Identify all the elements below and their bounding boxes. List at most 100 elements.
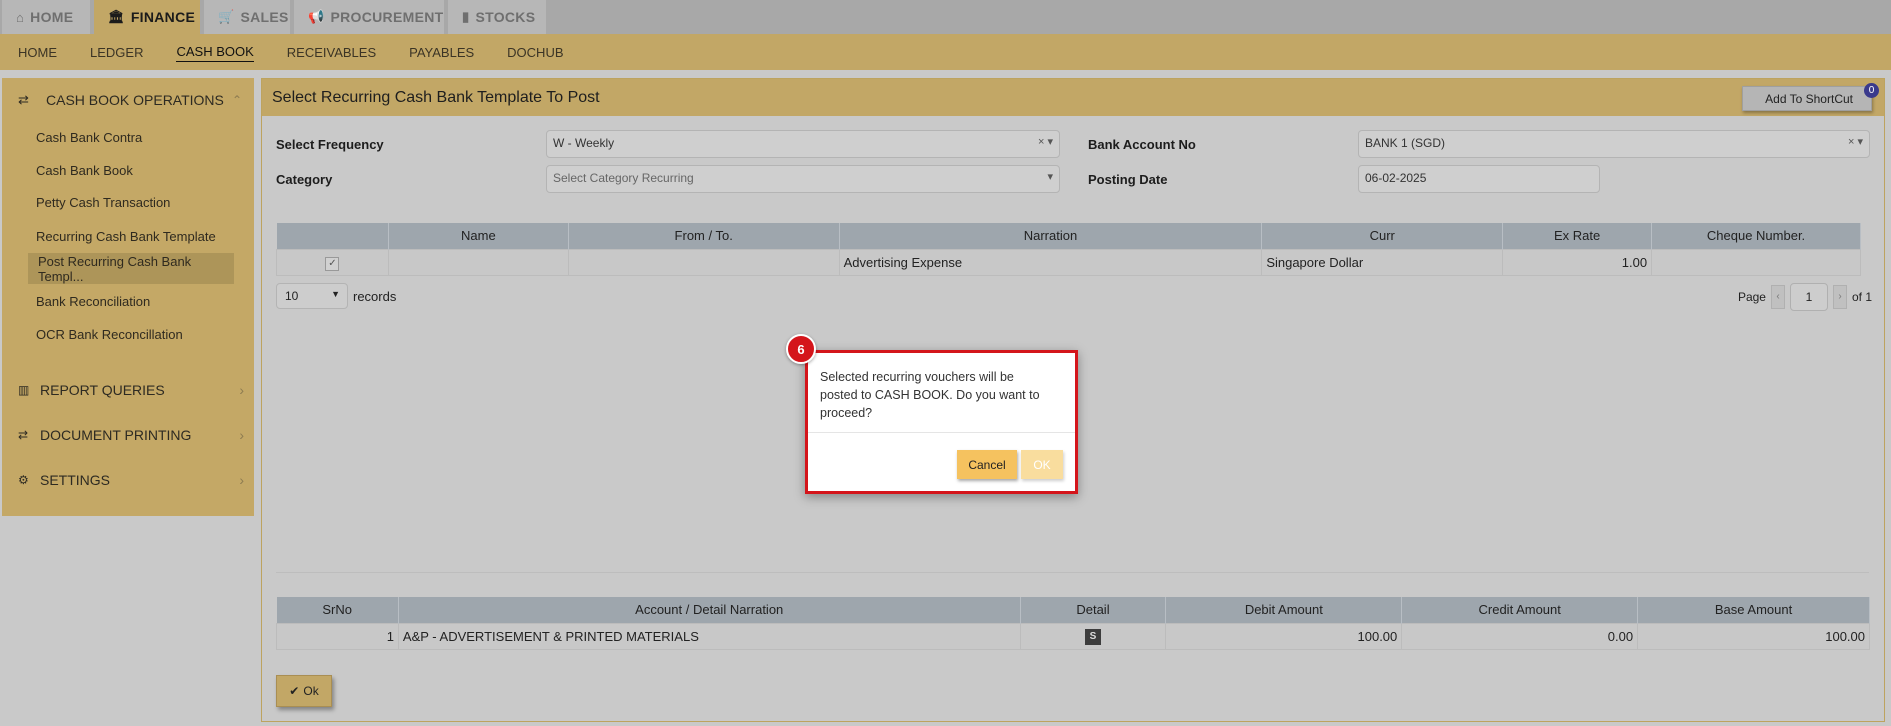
shortcut-count-badge: 0 — [1864, 83, 1879, 98]
chevron-down-icon: ▾ — [1047, 171, 1053, 183]
debit-cell: 100.00 — [1165, 622, 1403, 650]
chevron-right-icon: › — [239, 427, 244, 443]
chart-icon: ▥ — [18, 383, 30, 397]
column-header-currency[interactable]: Curr — [1261, 223, 1504, 249]
cheque-cell — [1651, 248, 1861, 276]
row-checkbox[interactable]: ✓ — [325, 256, 340, 271]
cart-icon: 🛒 — [218, 9, 235, 24]
module-tab-bar: ⌂ HOME 🏛 FINANCE 🛒 SALES 📢 PROCUREMENT ▮ STOC… — [0, 0, 1891, 34]
from-to-cell — [567, 248, 840, 276]
sidebar-item-petty-cash[interactable]: Petty Cash Transaction — [36, 195, 170, 210]
column-header-ex-rate[interactable]: Ex Rate — [1502, 223, 1653, 249]
tab-sales[interactable]: 🛒 SALES — [204, 0, 290, 34]
subnav-ledger[interactable]: LEDGER — [90, 43, 143, 62]
table-row[interactable]: ✓ Advertising Expense Singapore Dollar 1… — [276, 248, 1861, 276]
home-icon: ⌂ — [16, 9, 25, 25]
sidebar-item-cash-bank-contra[interactable]: Cash Bank Contra — [36, 130, 142, 145]
sidebar-section-settings[interactable]: ⚙ SETTINGS › — [18, 472, 244, 488]
column-header-srno: SrNo — [276, 597, 399, 623]
credit-cell: 0.00 — [1401, 622, 1639, 650]
chevron-up-icon: ⌃ — [231, 93, 242, 107]
base-cell: 100.00 — [1637, 622, 1870, 650]
column-header-credit: Credit Amount — [1401, 597, 1639, 623]
tab-stocks[interactable]: ▮ STOCKS — [448, 0, 546, 34]
column-header-name[interactable]: Name — [388, 223, 569, 249]
bank-account-select[interactable]: BANK 1 (SGD) × ▾ — [1358, 130, 1870, 158]
frequency-label: Select Frequency — [276, 137, 384, 152]
sidebar-item-recurring-template[interactable]: Recurring Cash Bank Template — [36, 229, 216, 244]
page-number-input[interactable]: 1 — [1789, 283, 1828, 311]
previous-page-button[interactable]: ‹ — [1770, 285, 1785, 309]
sidebar-item-ocr-reconciliation[interactable]: OCR Bank Reconcillation — [36, 327, 183, 342]
ok-button[interactable]: ✔ Ok — [276, 675, 332, 707]
template-table: Name From / To. Narration Curr Ex Rate C… — [276, 223, 1861, 276]
detail-s-icon[interactable]: S — [1084, 629, 1101, 645]
records-per-page: 10 ▼ records — [276, 283, 396, 309]
posting-date-label: Posting Date — [1088, 172, 1168, 187]
pagination: Page ‹ 1 › of 1 — [1738, 283, 1872, 311]
name-cell — [387, 248, 569, 276]
records-select[interactable]: 10 ▼ — [276, 283, 348, 309]
swap-icon: ⇄ — [18, 92, 29, 107]
category-label: Category — [276, 172, 333, 187]
sidebar-item-bank-reconciliation[interactable]: Bank Reconciliation — [36, 294, 150, 309]
sidebar-item-post-recurring[interactable]: Post Recurring Cash Bank Templ... — [28, 253, 234, 284]
dialog-divider — [808, 432, 1075, 433]
check-icon: ✔ — [289, 684, 300, 698]
detail-table: SrNo Account / Detail Narration Detail D… — [276, 597, 1870, 650]
tab-procurement[interactable]: 📢 PROCUREMENT — [294, 0, 444, 34]
tab-home[interactable]: ⌂ HOME — [2, 0, 90, 34]
column-header-cheque-number[interactable]: Cheque Number. — [1651, 223, 1861, 249]
page-title: Select Recurring Cash Bank Template To P… — [272, 88, 600, 106]
dialog-message: Selected recurring vouchers will be post… — [820, 370, 1040, 420]
sidebar-item-cash-bank-book[interactable]: Cash Bank Book — [36, 163, 133, 178]
chevron-right-icon: › — [239, 382, 244, 398]
detail-cell: S — [1019, 622, 1167, 650]
posting-date-input[interactable]: 06-02-2025 — [1358, 165, 1600, 193]
sub-navigation: HOME LEDGER CASH BOOK RECEIVABLES PAYABL… — [0, 34, 1891, 70]
cancel-button[interactable]: Cancel — [957, 450, 1017, 479]
category-select[interactable]: Select Category Recurring ▾ — [546, 165, 1060, 193]
column-header-narration[interactable]: Narration — [839, 223, 1263, 249]
table-row: 1 A&P - ADVERTISEMENT & PRINTED MATERIAL… — [276, 622, 1870, 650]
column-header-base: Base Amount — [1637, 597, 1870, 623]
add-to-shortcut-button[interactable]: Add To ShortCut 0 — [1742, 83, 1879, 111]
column-header-detail: Detail — [1020, 597, 1167, 623]
sidebar: ⇄ CASH BOOK OPERATIONS ⌃ Cash Bank Contr… — [2, 78, 254, 516]
step-number-badge: 6 — [786, 334, 816, 364]
frequency-select[interactable]: W - Weekly × ▾ — [546, 130, 1060, 158]
column-header-debit: Debit Amount — [1165, 597, 1403, 623]
sidebar-section-report-queries[interactable]: ▥ REPORT QUERIES › — [18, 382, 244, 398]
megaphone-icon: 📢 — [308, 9, 325, 24]
subnav-receivables[interactable]: RECEIVABLES — [287, 43, 376, 62]
clear-chevron-icon[interactable]: × ▾ — [1038, 135, 1053, 148]
row-select-cell[interactable]: ✓ — [276, 248, 389, 276]
chevron-down-icon: ▼ — [331, 289, 340, 299]
bank-account-label: Bank Account No — [1088, 137, 1196, 152]
subnav-dochub[interactable]: DOCHUB — [507, 43, 563, 62]
sidebar-heading-cash-book-operations[interactable]: ⇄ CASH BOOK OPERATIONS ⌃ — [2, 78, 254, 122]
srno-cell: 1 — [276, 622, 399, 650]
dialog-ok-button[interactable]: OK — [1021, 450, 1063, 479]
divider — [276, 572, 1869, 573]
subnav-home[interactable]: HOME — [18, 43, 57, 62]
column-header-from-to[interactable]: From / To. — [568, 223, 840, 249]
subnav-cash-book[interactable]: CASH BOOK — [176, 42, 254, 62]
account-cell: A&P - ADVERTISEMENT & PRINTED MATERIALS — [397, 622, 1021, 650]
confirm-dialog: Selected recurring vouchers will be post… — [805, 350, 1078, 494]
swap-icon: ⇄ — [18, 428, 29, 442]
bar-chart-icon: ▮ — [462, 9, 470, 24]
tab-finance[interactable]: 🏛 FINANCE — [94, 0, 200, 34]
column-header-select — [276, 223, 389, 249]
subnav-payables[interactable]: PAYABLES — [409, 43, 474, 62]
sidebar-section-document-printing[interactable]: ⇄ DOCUMENT PRINTING › — [18, 427, 244, 443]
next-page-button[interactable]: › — [1832, 285, 1847, 309]
clear-chevron-icon[interactable]: × ▾ — [1848, 135, 1863, 148]
column-header-account: Account / Detail Narration — [398, 597, 1021, 623]
currency-cell: Singapore Dollar — [1261, 248, 1504, 276]
bank-icon: 🏛 — [108, 9, 125, 24]
chevron-right-icon: › — [239, 472, 244, 488]
narration-cell: Advertising Expense — [838, 248, 1263, 276]
gears-icon: ⚙ — [18, 473, 29, 487]
panel-title-bar: Select Recurring Cash Bank Template To P… — [262, 79, 1884, 116]
